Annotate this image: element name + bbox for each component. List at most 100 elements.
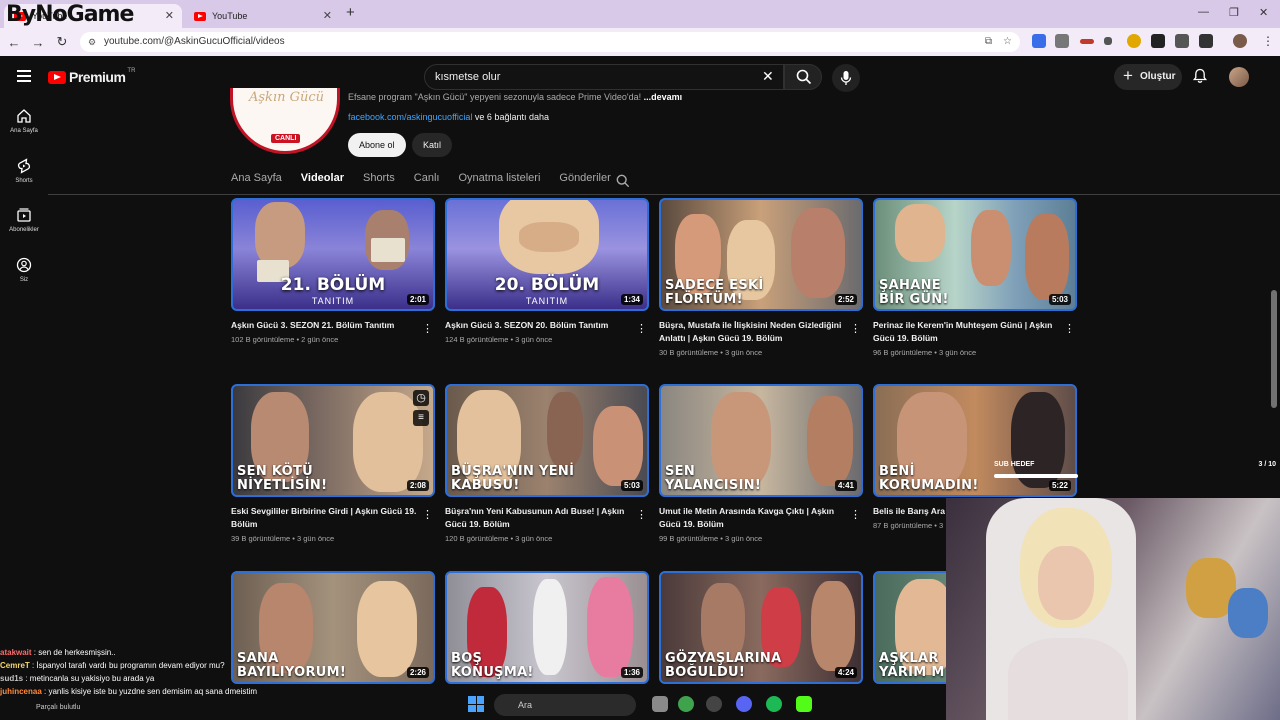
- forward-icon[interactable]: →: [26, 35, 50, 50]
- video-card[interactable]: SEN YALANCISIN! 4:41 Umut ile Metin Aras…: [659, 384, 863, 543]
- discord-icon[interactable]: [736, 696, 752, 712]
- new-tab-icon[interactable]: +: [346, 4, 355, 21]
- tab-home[interactable]: Ana Sayfa: [231, 172, 282, 194]
- video-thumbnail[interactable]: ŞAHANE BİR GÜN! 5:03: [873, 198, 1077, 311]
- translate-extension-icon[interactable]: [1032, 34, 1046, 48]
- video-card[interactable]: 20. BÖLÜM TANITIM 1:34 Aşkın Gücü 3. SEZ…: [445, 198, 649, 344]
- tab-close-icon[interactable]: ✕: [323, 9, 332, 22]
- extension-icon[interactable]: [1151, 34, 1165, 48]
- extension-icon[interactable]: [1127, 34, 1141, 48]
- address-bar[interactable]: ⚙ youtube.com/@AskinGucuOfficial/videos …: [80, 32, 1020, 52]
- site-info-icon[interactable]: ⚙: [88, 32, 96, 52]
- video-title[interactable]: Eski Sevgililer Birbirine Girdi | Aşkın …: [231, 505, 417, 531]
- chat-username: atakwait: [0, 648, 32, 657]
- video-thumbnail[interactable]: GÖZYAŞLARINA BOĞULDU! 4:24: [659, 571, 863, 684]
- video-title[interactable]: Aşkın Gücü 3. SEZON 21. Bölüm Tanıtım: [231, 319, 417, 332]
- video-title[interactable]: Aşkın Gücü 3. SEZON 20. Bölüm Tanıtım: [445, 319, 631, 332]
- clear-search-icon[interactable]: ✕: [762, 68, 774, 85]
- windows-start-icon[interactable]: [468, 696, 484, 712]
- notifications-bell-icon[interactable]: [1192, 68, 1208, 84]
- channel-search-icon[interactable]: [616, 174, 630, 188]
- sidebar-item-home[interactable]: Ana Sayfa: [0, 108, 48, 134]
- subscribe-button[interactable]: Abone ol: [348, 133, 406, 157]
- join-button[interactable]: Katıl: [412, 133, 453, 157]
- more-options-icon[interactable]: ⋮: [850, 322, 861, 335]
- sidebar-item-you[interactable]: Siz: [0, 257, 48, 283]
- video-card[interactable]: GÖZYAŞLARINA BOĞULDU! 4:24: [659, 571, 863, 684]
- maximize-icon[interactable]: ❐: [1229, 6, 1239, 19]
- video-card[interactable]: BÜŞRA'NIN YENİ KABUSU! 5:03 Büşra'nın Ye…: [445, 384, 649, 543]
- tab-playlists[interactable]: Oynatma listeleri: [458, 172, 540, 194]
- create-button[interactable]: Oluştur: [1114, 63, 1182, 90]
- video-duration: 4:41: [834, 480, 857, 491]
- taskbar-search-input[interactable]: Ara: [494, 694, 636, 716]
- minimize-icon[interactable]: —: [1198, 6, 1209, 18]
- video-thumbnail[interactable]: BÜŞRA'NIN YENİ KABUSU! 5:03: [445, 384, 649, 497]
- video-title[interactable]: Perinaz ile Kerem'in Muhteşem Günü | Aşk…: [873, 319, 1059, 345]
- more-options-icon[interactable]: ⋮: [636, 322, 647, 335]
- more-links[interactable]: ve 6 bağlantı daha: [475, 112, 549, 122]
- window-close-icon[interactable]: ✕: [1259, 6, 1268, 19]
- extension-icon[interactable]: [1104, 37, 1112, 45]
- chat-text: yanlis kisiye iste bu yuzdne sen demisim…: [48, 687, 258, 696]
- tab-close-icon[interactable]: ✕: [165, 9, 174, 22]
- menu-icon[interactable]: [17, 70, 31, 82]
- account-avatar[interactable]: [1229, 67, 1249, 87]
- video-thumbnail[interactable]: BOŞ KONUŞMA! 1:36: [445, 571, 649, 684]
- video-thumbnail[interactable]: 21. BÖLÜM TANITIM 2:01: [231, 198, 435, 311]
- more-options-icon[interactable]: ⋮: [1064, 322, 1075, 335]
- more-options-icon[interactable]: ⋮: [422, 508, 433, 521]
- search-button[interactable]: [784, 64, 822, 90]
- chat-message: atakwait : sen de herkesmişsin..: [0, 648, 116, 657]
- watch-later-icon[interactable]: ◷: [413, 390, 429, 406]
- facebook-link[interactable]: facebook.com/askingucuofficial: [348, 112, 472, 122]
- channel-description[interactable]: Efsane program "Aşkın Gücü" yepyeni sezo…: [348, 92, 682, 102]
- extension-icon[interactable]: [1175, 34, 1189, 48]
- page-scrollbar[interactable]: [1271, 290, 1277, 408]
- video-title[interactable]: Büşra'nın Yeni Kabusunun Adı Buse! | Aşk…: [445, 505, 631, 531]
- add-to-queue-icon[interactable]: ≡: [413, 410, 429, 426]
- obs-icon[interactable]: [706, 696, 722, 712]
- extension-icon[interactable]: [1080, 39, 1094, 44]
- video-card[interactable]: SADECE ESKİ FLÖRTÜM! 2:52 Büşra, Mustafa…: [659, 198, 863, 357]
- kick-icon[interactable]: [796, 696, 812, 712]
- more-options-icon[interactable]: ⋮: [636, 508, 647, 521]
- sidebar-item-subscriptions[interactable]: Abonelikler: [0, 207, 48, 233]
- video-thumbnail[interactable]: ◷ ≡ SEN KÖTÜ NİYETLİSİN! 2:08: [231, 384, 435, 497]
- chrome-icon[interactable]: [678, 696, 694, 712]
- more-options-icon[interactable]: ⋮: [850, 508, 861, 521]
- search-input[interactable]: kısmetse olur: [424, 64, 784, 90]
- description-more-link[interactable]: ...devamı: [644, 92, 683, 102]
- profile-icon[interactable]: [1233, 34, 1247, 48]
- channel-avatar[interactable]: Aşkın Gücü CANLI: [230, 88, 340, 154]
- shield-extension-icon[interactable]: [1055, 34, 1069, 48]
- video-thumbnail[interactable]: SADECE ESKİ FLÖRTÜM! 2:52: [659, 198, 863, 311]
- task-view-icon[interactable]: [652, 696, 668, 712]
- extensions-puzzle-icon[interactable]: [1199, 34, 1213, 48]
- youtube-logo[interactable]: Premium TR: [48, 68, 135, 85]
- bookmark-star-icon[interactable]: ☆: [1003, 32, 1012, 52]
- video-title[interactable]: Büşra, Mustafa ile İlişkisini Neden Gizl…: [659, 319, 845, 345]
- voice-search-button[interactable]: [832, 64, 860, 92]
- video-card[interactable]: BOŞ KONUŞMA! 1:36: [445, 571, 649, 684]
- video-thumbnail[interactable]: 20. BÖLÜM TANITIM 1:34: [445, 198, 649, 311]
- thumbnail-caption: SEN YALANCISIN!: [665, 464, 762, 493]
- browser-menu-icon[interactable]: ⋮: [1262, 34, 1274, 48]
- video-thumbnail[interactable]: SEN YALANCISIN! 4:41: [659, 384, 863, 497]
- back-icon[interactable]: ←: [2, 35, 26, 50]
- video-title[interactable]: Umut ile Metin Arasında Kavga Çıktı | Aş…: [659, 505, 845, 531]
- spotify-icon[interactable]: [766, 696, 782, 712]
- sidebar-item-shorts[interactable]: Shorts: [0, 158, 48, 184]
- tab-live[interactable]: Canlı: [414, 172, 440, 194]
- reload-icon[interactable]: ↻: [50, 34, 74, 50]
- install-icon[interactable]: ⧉: [985, 32, 992, 52]
- sub-goal-count: 3 / 10: [1258, 461, 1276, 468]
- video-card[interactable]: 21. BÖLÜM TANITIM 2:01 Aşkın Gücü 3. SEZ…: [231, 198, 435, 344]
- video-card[interactable]: ◷ ≡ SEN KÖTÜ NİYETLİSİN! 2:08 Eski Sevgi…: [231, 384, 435, 543]
- tab-posts[interactable]: Gönderiler: [559, 172, 610, 194]
- video-card[interactable]: ŞAHANE BİR GÜN! 5:03 Perinaz ile Kerem'i…: [873, 198, 1077, 357]
- more-options-icon[interactable]: ⋮: [422, 322, 433, 335]
- browser-tab[interactable]: YouTube ✕: [184, 4, 340, 28]
- tab-shorts[interactable]: Shorts: [363, 172, 395, 194]
- tab-videos[interactable]: Videolar: [301, 172, 344, 194]
